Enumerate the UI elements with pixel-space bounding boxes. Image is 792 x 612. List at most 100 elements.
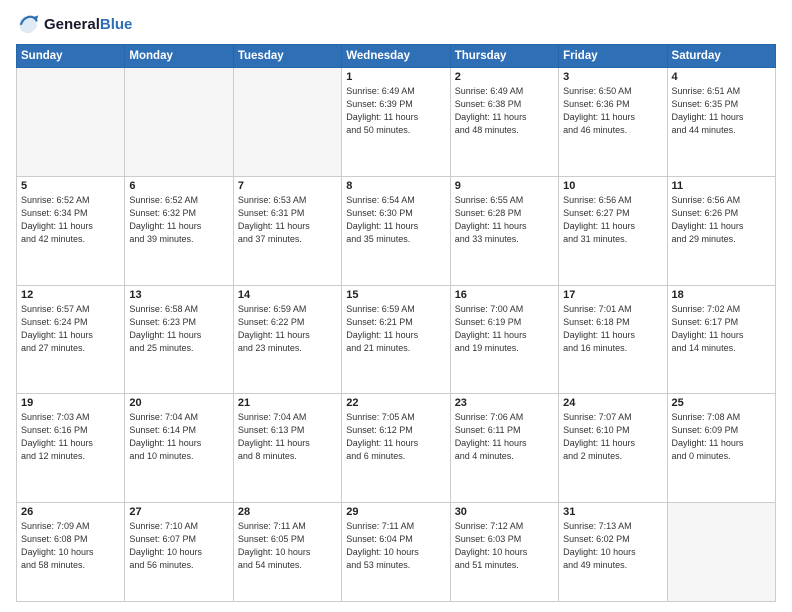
day-number: 12 [21,289,120,301]
day-info: Sunrise: 6:56 AM Sunset: 6:26 PM Dayligh… [672,194,771,246]
day-info: Sunrise: 6:55 AM Sunset: 6:28 PM Dayligh… [455,194,554,246]
day-number: 3 [563,71,662,83]
calendar-cell: 13Sunrise: 6:58 AM Sunset: 6:23 PM Dayli… [125,285,233,394]
day-number: 29 [346,506,445,518]
day-info: Sunrise: 6:59 AM Sunset: 6:21 PM Dayligh… [346,303,445,355]
calendar-cell: 16 Sunrise: 7:00 AM Sunset: 6:19 PM Dayli… [450,285,558,394]
day-info: Sunrise: 7:09 AM Sunset: 6:08 PM Dayligh… [21,520,120,572]
logo-icon [16,12,40,36]
calendar-cell [125,68,233,177]
weekday-header-wednesday: Wednesday [342,45,450,68]
page: GeneralBlue SundayMondayTuesdayWednesday… [0,0,792,612]
calendar-cell: 4 Sunrise: 6:51 AM Sunset: 6:35 PM Daylig… [667,68,775,177]
day-number: 19 [21,397,120,409]
day-info: Sunrise: 7:04 AM Sunset: 6:14 PM Dayligh… [129,411,228,463]
day-number: 2 [455,71,554,83]
calendar-cell: 25 Sunrise: 7:08 AM Sunset: 6:09 PM Dayli… [667,394,775,503]
day-number: 31 [563,506,662,518]
day-info: Sunrise: 6:57 AM Sunset: 6:24 PM Dayligh… [21,303,120,355]
weekday-header-tuesday: Tuesday [233,45,341,68]
weekday-header-thursday: Thursday [450,45,558,68]
calendar-cell: 31 Sunrise: 7:13 AM Sunset: 6:02 PM Dayli… [559,503,667,602]
day-info: Sunrise: 6:53 AM Sunset: 6:31 PM Dayligh… [238,194,337,246]
calendar-cell: 18 Sunrise: 7:02 AM Sunset: 6:17 PM Dayli… [667,285,775,394]
header: GeneralBlue [16,12,776,36]
day-number: 25 [672,397,771,409]
calendar-table: SundayMondayTuesdayWednesdayThursdayFrid… [16,44,776,602]
day-number: 27 [129,506,228,518]
logo-text: GeneralBlue [44,16,132,33]
day-number: 9 [455,180,554,192]
weekday-header-row: SundayMondayTuesdayWednesdayThursdayFrid… [17,45,776,68]
day-info: Sunrise: 6:56 AM Sunset: 6:27 PM Dayligh… [563,194,662,246]
day-number: 21 [238,397,337,409]
calendar-cell [17,68,125,177]
day-info: Sunrise: 7:12 AM Sunset: 6:03 PM Dayligh… [455,520,554,572]
calendar-cell: 2 Sunrise: 6:49 AM Sunset: 6:38 PM Daylig… [450,68,558,177]
week-row-4: 26Sunrise: 7:09 AM Sunset: 6:08 PM Dayli… [17,503,776,602]
calendar-cell: 19 Sunrise: 7:03 AM Sunset: 6:16 PM Dayli… [17,394,125,503]
day-info: Sunrise: 6:54 AM Sunset: 6:30 PM Dayligh… [346,194,445,246]
day-info: Sunrise: 7:07 AM Sunset: 6:10 PM Dayligh… [563,411,662,463]
day-number: 13 [129,289,228,301]
week-row-2: 12 Sunrise: 6:57 AM Sunset: 6:24 PM Dayli… [17,285,776,394]
calendar-cell: 17Sunrise: 7:01 AM Sunset: 6:18 PM Dayli… [559,285,667,394]
day-number: 23 [455,397,554,409]
day-number: 15 [346,289,445,301]
week-row-1: 5 Sunrise: 6:52 AM Sunset: 6:34 PM Daylig… [17,176,776,285]
day-number: 8 [346,180,445,192]
logo: GeneralBlue [16,12,132,36]
day-info: Sunrise: 7:00 AM Sunset: 6:19 PM Dayligh… [455,303,554,355]
calendar-cell: 15 Sunrise: 6:59 AM Sunset: 6:21 PM Dayli… [342,285,450,394]
day-info: Sunrise: 7:02 AM Sunset: 6:17 PM Dayligh… [672,303,771,355]
day-number: 28 [238,506,337,518]
calendar-cell [233,68,341,177]
calendar-cell: 8 Sunrise: 6:54 AM Sunset: 6:30 PM Daylig… [342,176,450,285]
calendar-cell: 7Sunrise: 6:53 AM Sunset: 6:31 PM Daylig… [233,176,341,285]
day-number: 11 [672,180,771,192]
day-info: Sunrise: 7:01 AM Sunset: 6:18 PM Dayligh… [563,303,662,355]
day-number: 22 [346,397,445,409]
week-row-0: 1Sunrise: 6:49 AM Sunset: 6:39 PM Daylig… [17,68,776,177]
calendar-cell: 1Sunrise: 6:49 AM Sunset: 6:39 PM Daylig… [342,68,450,177]
day-info: Sunrise: 7:03 AM Sunset: 6:16 PM Dayligh… [21,411,120,463]
day-number: 14 [238,289,337,301]
calendar-cell: 6Sunrise: 6:52 AM Sunset: 6:32 PM Daylig… [125,176,233,285]
calendar-cell: 12 Sunrise: 6:57 AM Sunset: 6:24 PM Dayli… [17,285,125,394]
day-info: Sunrise: 7:08 AM Sunset: 6:09 PM Dayligh… [672,411,771,463]
week-row-3: 19 Sunrise: 7:03 AM Sunset: 6:16 PM Dayli… [17,394,776,503]
day-number: 1 [346,71,445,83]
day-info: Sunrise: 7:04 AM Sunset: 6:13 PM Dayligh… [238,411,337,463]
day-info: Sunrise: 6:59 AM Sunset: 6:22 PM Dayligh… [238,303,337,355]
day-info: Sunrise: 7:10 AM Sunset: 6:07 PM Dayligh… [129,520,228,572]
day-info: Sunrise: 6:49 AM Sunset: 6:38 PM Dayligh… [455,85,554,137]
weekday-header-saturday: Saturday [667,45,775,68]
calendar-cell: 29Sunrise: 7:11 AM Sunset: 6:04 PM Dayli… [342,503,450,602]
day-number: 4 [672,71,771,83]
calendar-cell: 10Sunrise: 6:56 AM Sunset: 6:27 PM Dayli… [559,176,667,285]
day-number: 24 [563,397,662,409]
calendar-cell: 11 Sunrise: 6:56 AM Sunset: 6:26 PM Dayli… [667,176,775,285]
calendar-cell: 22Sunrise: 7:05 AM Sunset: 6:12 PM Dayli… [342,394,450,503]
day-number: 16 [455,289,554,301]
day-number: 6 [129,180,228,192]
day-info: Sunrise: 7:06 AM Sunset: 6:11 PM Dayligh… [455,411,554,463]
calendar-cell: 24 Sunrise: 7:07 AM Sunset: 6:10 PM Dayli… [559,394,667,503]
day-info: Sunrise: 7:13 AM Sunset: 6:02 PM Dayligh… [563,520,662,572]
calendar-cell: 14 Sunrise: 6:59 AM Sunset: 6:22 PM Dayli… [233,285,341,394]
calendar-cell [667,503,775,602]
day-number: 18 [672,289,771,301]
calendar-cell: 9 Sunrise: 6:55 AM Sunset: 6:28 PM Daylig… [450,176,558,285]
calendar-cell: 26Sunrise: 7:09 AM Sunset: 6:08 PM Dayli… [17,503,125,602]
day-number: 5 [21,180,120,192]
calendar-cell: 5 Sunrise: 6:52 AM Sunset: 6:34 PM Daylig… [17,176,125,285]
day-info: Sunrise: 6:52 AM Sunset: 6:34 PM Dayligh… [21,194,120,246]
calendar-cell: 23 Sunrise: 7:06 AM Sunset: 6:11 PM Dayli… [450,394,558,503]
day-info: Sunrise: 7:11 AM Sunset: 6:05 PM Dayligh… [238,520,337,572]
weekday-header-sunday: Sunday [17,45,125,68]
day-number: 20 [129,397,228,409]
calendar-cell: 28 Sunrise: 7:11 AM Sunset: 6:05 PM Dayli… [233,503,341,602]
day-number: 30 [455,506,554,518]
calendar-cell: 27 Sunrise: 7:10 AM Sunset: 6:07 PM Dayli… [125,503,233,602]
day-info: Sunrise: 6:51 AM Sunset: 6:35 PM Dayligh… [672,85,771,137]
